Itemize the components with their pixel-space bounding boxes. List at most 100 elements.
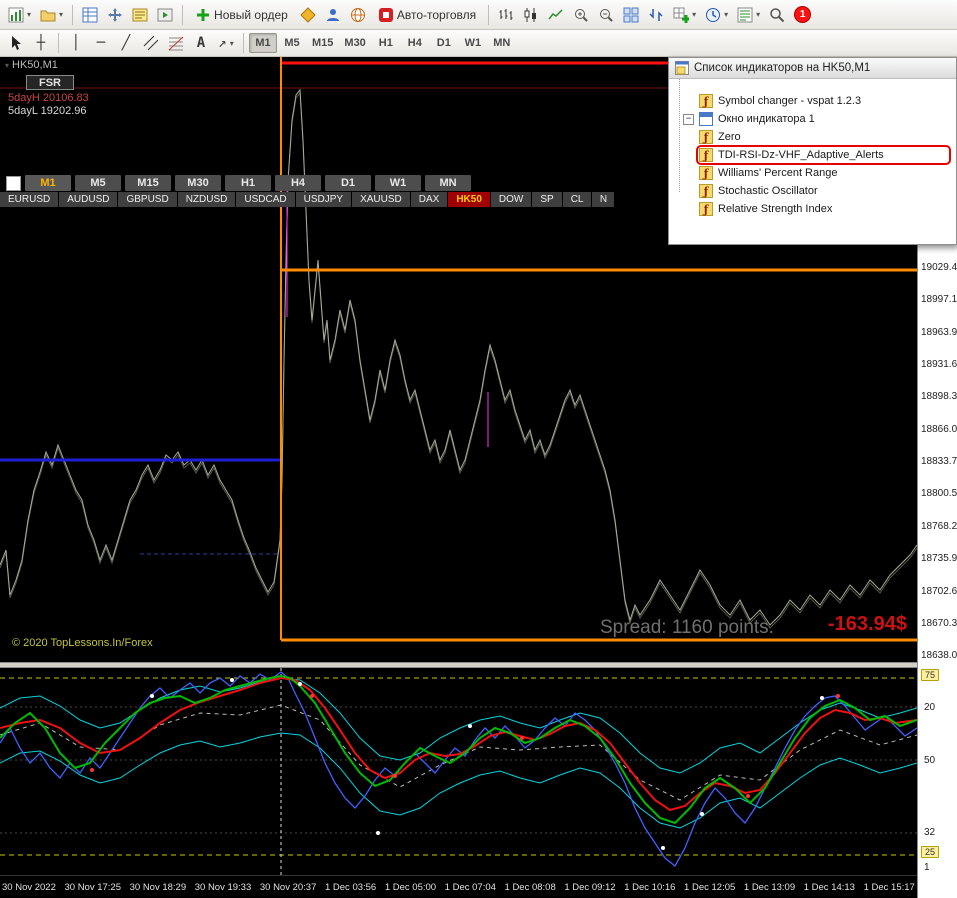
caret-down-icon: ▾ — [27, 10, 32, 19]
search-button[interactable] — [765, 3, 789, 27]
indicator-item-label: Relative Strength Index — [718, 203, 833, 215]
line-chart-button[interactable] — [544, 3, 568, 27]
tf-button-m1[interactable]: M1 — [249, 33, 277, 53]
symbol-button-gbpusd[interactable]: GBPUSD — [118, 192, 177, 207]
candlestick-icon — [524, 7, 537, 22]
indicator-list-window: Список индикаторов на HK50,M1 ƒ Symbol c… — [668, 57, 957, 245]
market-watch-button[interactable] — [78, 3, 102, 27]
fibonacci-button[interactable] — [164, 31, 188, 55]
symbol-button-dax[interactable]: DAX — [410, 192, 448, 207]
tf-button-w1[interactable]: W1 — [459, 33, 487, 53]
time-label: 1 Dec 13:09 — [743, 881, 796, 893]
tile-windows-button[interactable] — [619, 3, 643, 27]
symbol-button-audusd[interactable]: AUDUSD — [59, 192, 118, 207]
collapse-icon[interactable]: − — [683, 113, 694, 125]
notifications-button[interactable]: 1 — [790, 3, 815, 27]
indicator-item[interactable]: ƒ Williams' Percent Range — [669, 164, 956, 182]
symbol-button-usdjpy[interactable]: USDJPY — [295, 192, 352, 207]
indicator-item[interactable]: ƒ Zero — [669, 128, 956, 146]
indicator-item-highlighted[interactable]: ƒ TDI-RSI-Dz-VHF_Adaptive_Alerts — [669, 145, 956, 165]
caret-down-icon: ▾ — [724, 10, 729, 19]
copyright-label: © 2020 TopLessons.In/Forex — [12, 637, 153, 649]
panel-scale-label: 1 — [924, 862, 930, 873]
mql5-site-button[interactable] — [346, 3, 370, 27]
chart-tf-m15[interactable]: M15 — [125, 175, 171, 191]
panel-scale-label: 32 — [924, 827, 936, 838]
symbol-button-xauusd[interactable]: XAUUSD — [352, 192, 410, 207]
zoom-in-button[interactable] — [569, 3, 593, 27]
arrow-icon: ↗ — [218, 35, 227, 51]
symbol-button-nzdusd[interactable]: NZDUSD — [177, 192, 236, 207]
horizontal-line-button[interactable]: ─ — [89, 31, 113, 55]
trendline-button[interactable]: ╱ — [114, 31, 138, 55]
periods-button[interactable]: ▾ — [701, 3, 732, 27]
rsi-signal-line — [0, 674, 917, 825]
autotrading-button[interactable]: Авто-торговля — [371, 3, 483, 27]
strategy-tester-button[interactable] — [153, 3, 177, 27]
chart-tf-w1[interactable]: W1 — [375, 175, 421, 191]
symbol-button-sp[interactable]: SP — [532, 192, 562, 207]
new-order-button[interactable]: Новый ордер — [188, 3, 295, 27]
symbol-button-n[interactable]: N — [592, 192, 615, 207]
price-axis-label: 18670.35 — [921, 618, 957, 629]
panel-scale-label: 50 — [924, 755, 936, 766]
price-axis-label: 18963.90 — [921, 327, 957, 338]
chart-tf-m1[interactable]: M1 — [25, 175, 71, 191]
channel-button[interactable] — [139, 31, 163, 55]
tf-button-m5[interactable]: M5 — [278, 33, 306, 53]
cursor-button[interactable] — [4, 31, 28, 55]
color-swatch-button[interactable] — [6, 175, 21, 191]
indicator-list-titlebar[interactable]: Список индикаторов на HK50,M1 — [669, 58, 956, 79]
symbol-button-hk50[interactable]: HK50 — [448, 192, 490, 207]
tf-button-m30[interactable]: M30 — [339, 33, 370, 53]
chart-tf-h1[interactable]: H1 — [225, 175, 271, 191]
profiles-button[interactable]: ▾ — [36, 3, 67, 27]
community-button[interactable] — [321, 3, 345, 27]
symbol-button-dow[interactable]: DOW — [490, 192, 532, 207]
candlestick-button[interactable] — [519, 3, 543, 27]
indicator-icon: ƒ — [699, 202, 713, 216]
chart-tf-d1[interactable]: D1 — [325, 175, 371, 191]
indicator-item[interactable]: ƒ Stochastic Oscillator — [669, 182, 956, 200]
indicator-tree: ƒ Symbol changer - vspat 1.2.3 − Окно ин… — [669, 79, 956, 218]
new-chart-button[interactable]: ▾ — [4, 3, 35, 27]
time-label: 30 Nov 20:37 — [259, 881, 317, 893]
symbol-button-cl[interactable]: CL — [562, 192, 592, 207]
zoom-out-button[interactable] — [594, 3, 618, 27]
terminal-button[interactable] — [128, 3, 152, 27]
tools-toolbar: ┼ │ ─ ╱ A ↗ ▾ M1 M5 M15 M30 H1 H4 D1 W1 … — [0, 30, 957, 57]
autotrading-label: Авто-торговля — [396, 7, 477, 22]
symbol-button-usdcad[interactable]: USDCAD — [236, 192, 295, 207]
chart-tf-m5[interactable]: M5 — [75, 175, 121, 191]
time-label: 30 Nov 17:25 — [64, 881, 121, 893]
indicator-window-item[interactable]: − Окно индикатора 1 — [669, 110, 956, 128]
text-button[interactable]: A — [189, 31, 213, 55]
tf-button-h4[interactable]: H4 — [401, 33, 429, 53]
metaeditor-button[interactable] — [296, 3, 320, 27]
zoom-out-icon — [600, 8, 613, 22]
indicator-icon: ƒ — [699, 130, 713, 144]
arrange-windows-button[interactable] — [644, 3, 668, 27]
crosshair-button[interactable]: ┼ — [29, 31, 53, 55]
tdi-indicator-subwindow[interactable] — [0, 668, 917, 875]
tf-button-m15[interactable]: M15 — [307, 33, 338, 53]
navigator-button[interactable] — [103, 3, 127, 27]
add-indicator-button[interactable]: ▾ — [669, 3, 700, 27]
indicator-item[interactable]: ƒ Relative Strength Index — [669, 200, 956, 218]
vertical-line-button[interactable]: │ — [64, 31, 88, 55]
toolbar-separator — [72, 4, 74, 25]
chart-tf-h4[interactable]: H4 — [275, 175, 321, 191]
chart-window-title: ▾ HK50,M1 — [5, 59, 58, 71]
arrows-button[interactable]: ↗ ▾ — [214, 31, 238, 55]
templates-button[interactable]: ▾ — [733, 3, 764, 27]
indicator-icon: ƒ — [699, 94, 713, 108]
tf-button-d1[interactable]: D1 — [430, 33, 458, 53]
chart-tf-m30[interactable]: M30 — [175, 175, 221, 191]
tf-button-mn[interactable]: MN — [488, 33, 516, 53]
symbol-button-eurusd[interactable]: EURUSD — [0, 192, 59, 207]
bar-chart-button[interactable] — [494, 3, 518, 27]
time-axis[interactable]: 30 Nov 2022 30 Nov 17:25 30 Nov 18:29 30… — [0, 875, 917, 898]
tf-button-h1[interactable]: H1 — [372, 33, 400, 53]
chart-tf-mn[interactable]: MN — [425, 175, 471, 191]
indicator-item[interactable]: ƒ Symbol changer - vspat 1.2.3 — [669, 92, 956, 110]
